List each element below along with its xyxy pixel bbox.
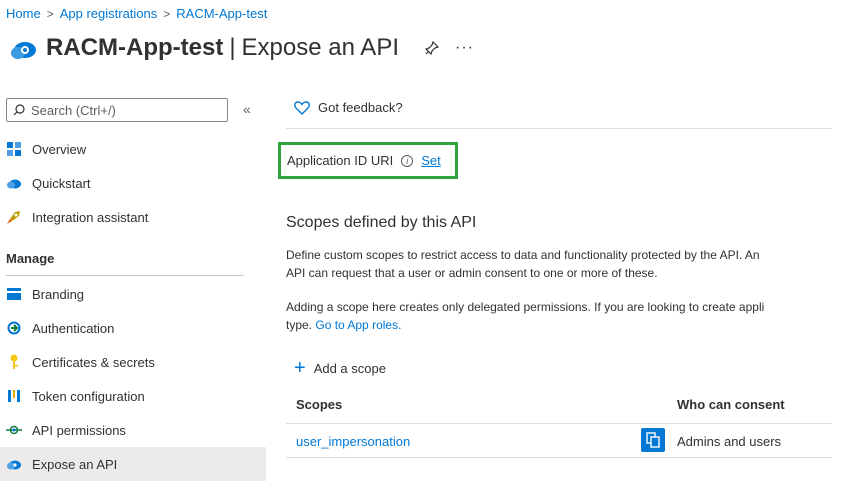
sidebar-item-label: Branding — [32, 286, 85, 302]
collapse-sidebar-icon[interactable]: « — [243, 101, 251, 117]
page-title: Expose an API — [241, 34, 399, 61]
breadcrumb-app-registrations-link[interactable]: App registrations — [60, 6, 158, 21]
set-application-id-uri-link[interactable]: Set — [421, 153, 441, 168]
branding-icon — [6, 286, 22, 302]
heart-icon — [294, 100, 310, 115]
sidebar-item-expose-an-api[interactable]: Expose an API — [0, 447, 266, 481]
scopes-description-line: API can request that a user or admin con… — [286, 266, 658, 280]
got-feedback-button[interactable]: Got feedback? — [294, 100, 403, 115]
scopes-description-line: Define custom scopes to restrict access … — [286, 248, 760, 262]
page-header: RACM-App-test | Expose an API ··· — [8, 30, 474, 66]
sidebar-item-label: Integration assistant — [32, 209, 149, 225]
sidebar-item-label: Authentication — [32, 320, 115, 336]
overview-icon — [6, 141, 22, 157]
cloud-icon — [6, 456, 22, 472]
pin-icon[interactable] — [425, 41, 439, 55]
quickstart-icon — [6, 175, 22, 191]
add-scope-label: Add a scope — [313, 360, 386, 376]
add-scope-button[interactable]: + Add a scope — [294, 357, 386, 379]
scope-link-user-impersonation[interactable]: user_impersonation — [296, 434, 410, 449]
table-row-divider — [286, 457, 832, 458]
application-id-uri-row: Application ID URI i Set — [278, 142, 458, 179]
chevron-right-icon: > — [163, 6, 171, 21]
who-can-consent-value: Admins and users — [677, 434, 782, 449]
app-cloud-icon — [11, 42, 36, 59]
api-permissions-icon — [6, 422, 22, 438]
sidebar-item-branding[interactable]: Branding — [0, 277, 266, 311]
copy-icon[interactable] — [641, 428, 665, 452]
chevron-right-icon: > — [46, 6, 54, 21]
search-icon — [13, 104, 25, 116]
toolbar-divider — [286, 128, 832, 129]
breadcrumb-home-link[interactable]: Home — [6, 6, 41, 21]
more-options-icon[interactable]: ··· — [455, 39, 474, 57]
sidebar-item-integration-assistant[interactable]: Integration assistant — [0, 200, 266, 234]
column-header-scopes[interactable]: Scopes — [296, 397, 342, 412]
delegated-note-line: type. Go to App roles. — [286, 316, 846, 334]
sidebar-item-quickstart[interactable]: Quickstart — [0, 166, 266, 200]
delegated-note-prefix: type. — [286, 318, 313, 332]
sidebar-item-overview[interactable]: Overview — [0, 132, 266, 166]
search-box[interactable] — [6, 98, 228, 122]
sidebar-item-token-configuration[interactable]: Token configuration — [0, 379, 266, 413]
sidebar-item-label: Quickstart — [32, 175, 91, 191]
app-name: RACM-App-test — [46, 34, 224, 61]
sidebar-item-authentication[interactable]: Authentication — [0, 311, 266, 345]
section-divider — [6, 275, 244, 276]
scopes-section-title: Scopes defined by this API — [286, 214, 477, 231]
info-icon[interactable]: i — [401, 154, 414, 167]
manage-section-heading: Manage — [6, 251, 55, 266]
breadcrumb-current-link[interactable]: RACM-App-test — [176, 6, 267, 21]
go-to-app-roles-link[interactable]: Go to App roles. — [315, 318, 401, 332]
plus-icon: + — [294, 357, 306, 379]
sidebar-item-certificates-secrets[interactable]: Certificates & secrets — [0, 345, 266, 379]
rocket-icon — [6, 209, 22, 225]
authentication-icon — [6, 320, 22, 336]
sidebar-item-label: Token configuration — [32, 388, 145, 404]
breadcrumb: Home > App registrations > RACM-App-test — [6, 6, 267, 21]
feedback-label: Got feedback? — [318, 100, 403, 115]
title-divider: | — [229, 34, 236, 61]
sidebar-item-label: Overview — [32, 141, 87, 157]
key-icon — [6, 354, 22, 370]
sidebar-item-label: Certificates & secrets — [32, 354, 155, 370]
column-header-who-can-consent[interactable]: Who can consent — [677, 397, 785, 412]
table-header-divider — [286, 423, 832, 424]
search-input[interactable] — [31, 102, 221, 118]
sidebar-item-label: Expose an API — [32, 456, 118, 472]
delegated-note-line: Adding a scope here creates only delegat… — [286, 300, 765, 314]
sidebar-item-api-permissions[interactable]: API permissions — [0, 413, 266, 447]
application-id-uri-label: Application ID URI — [287, 153, 394, 168]
token-icon — [6, 388, 22, 404]
sidebar-item-label: API permissions — [32, 422, 126, 438]
